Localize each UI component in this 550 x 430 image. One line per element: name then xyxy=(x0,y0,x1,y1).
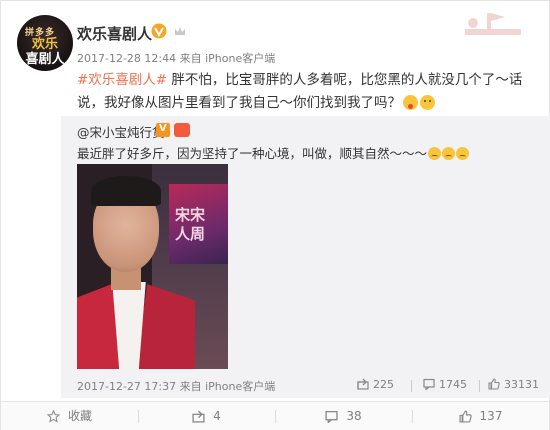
avatar-logo-line2: 喜剧人 xyxy=(25,52,65,67)
member-crown-icon[interactable] xyxy=(173,24,187,38)
avatar-logo-line1: 欢乐 xyxy=(31,37,58,52)
weibo-card: 拼多多 欢乐 喜剧人 欢乐喜剧人 2017-12-28 12:44 来自 iPh… xyxy=(0,0,550,430)
like-count: 137 xyxy=(479,409,503,423)
divider xyxy=(411,380,412,392)
topic-link[interactable]: #欢乐喜剧人# xyxy=(77,72,167,88)
thumbs-up-icon xyxy=(488,378,500,390)
action-bar: 收藏 4 38 137 xyxy=(1,401,549,430)
repost-source: 来自 iPhone客户端 xyxy=(179,380,276,393)
repost-box: @宋小宝炖行货 最近胖了好多斤，因为坚持了一种心境，叫做，顺其自然～～～ 宋宋 … xyxy=(61,116,550,398)
vip-badge-icon[interactable] xyxy=(156,123,170,137)
sad-emoji-icon xyxy=(442,147,456,160)
author-name[interactable]: 欢乐喜剧人 xyxy=(77,23,152,44)
post-timestamp[interactable]: 2017-12-28 12:44 xyxy=(77,52,176,65)
repost-username[interactable]: @宋小宝炖行货 xyxy=(77,122,165,141)
share-icon xyxy=(357,378,369,390)
repost-like-count: 33131 xyxy=(504,378,539,391)
repost-meta: 2017-12-27 17:37 来自 iPhone客户端 xyxy=(77,378,275,394)
photo-hair xyxy=(91,176,161,206)
verified-icon[interactable] xyxy=(151,23,167,39)
comment-icon xyxy=(325,410,338,423)
photo-screen: 宋宋 人周 xyxy=(169,184,228,264)
divider xyxy=(479,380,480,392)
repost-body: 最近胖了好多斤，因为坚持了一种心境，叫做，顺其自然～～～ xyxy=(77,146,428,161)
post-source: 来自 iPhone客户端 xyxy=(179,52,276,65)
thinking-emoji-icon xyxy=(420,95,435,110)
post-text: #欢乐喜剧人# 胖不怕，比宝哥胖的人多着呢，比您黑的人就没几个了～话说，我好像从… xyxy=(77,69,533,115)
sad-emoji-icon xyxy=(456,147,470,160)
avatar-logo: 欢乐 喜剧人 xyxy=(21,37,69,67)
favorite-button[interactable]: 收藏 xyxy=(1,402,138,430)
decoration-badge-icon xyxy=(465,13,521,35)
repost-button[interactable]: 4 xyxy=(138,402,275,430)
favorite-label: 收藏 xyxy=(67,409,92,423)
repost-share-count: 225 xyxy=(373,378,394,391)
repost-like-stat[interactable]: 33131 xyxy=(488,378,539,391)
photo-screen-text: 宋宋 人周 xyxy=(175,206,206,243)
comment-count: 38 xyxy=(346,409,362,423)
repost-comment-stat[interactable]: 1745 xyxy=(423,378,467,391)
member-badge-icon[interactable] xyxy=(174,123,190,137)
share-icon xyxy=(192,410,205,423)
thumbs-up-icon xyxy=(459,410,472,423)
like-button[interactable]: 137 xyxy=(412,402,549,430)
repost-photo[interactable]: 宋宋 人周 xyxy=(77,164,228,369)
repost-timestamp[interactable]: 2017-12-27 17:37 xyxy=(77,380,176,393)
post-meta: 2017-12-28 12:44 来自 iPhone客户端 xyxy=(77,50,275,66)
comment-button[interactable]: 38 xyxy=(275,402,412,430)
comment-icon xyxy=(423,378,435,391)
repost-comment-count: 1745 xyxy=(439,378,467,391)
repost-share-stat[interactable]: 225 xyxy=(357,378,394,391)
avatar[interactable]: 拼多多 欢乐 喜剧人 xyxy=(17,15,73,71)
repost-count: 4 xyxy=(213,409,221,423)
repost-text: 最近胖了好多斤，因为坚持了一种心境，叫做，顺其自然～～～ xyxy=(77,143,470,162)
sad-emoji-icon xyxy=(428,147,442,160)
tongue-emoji-icon xyxy=(403,95,418,110)
star-icon xyxy=(46,410,60,423)
